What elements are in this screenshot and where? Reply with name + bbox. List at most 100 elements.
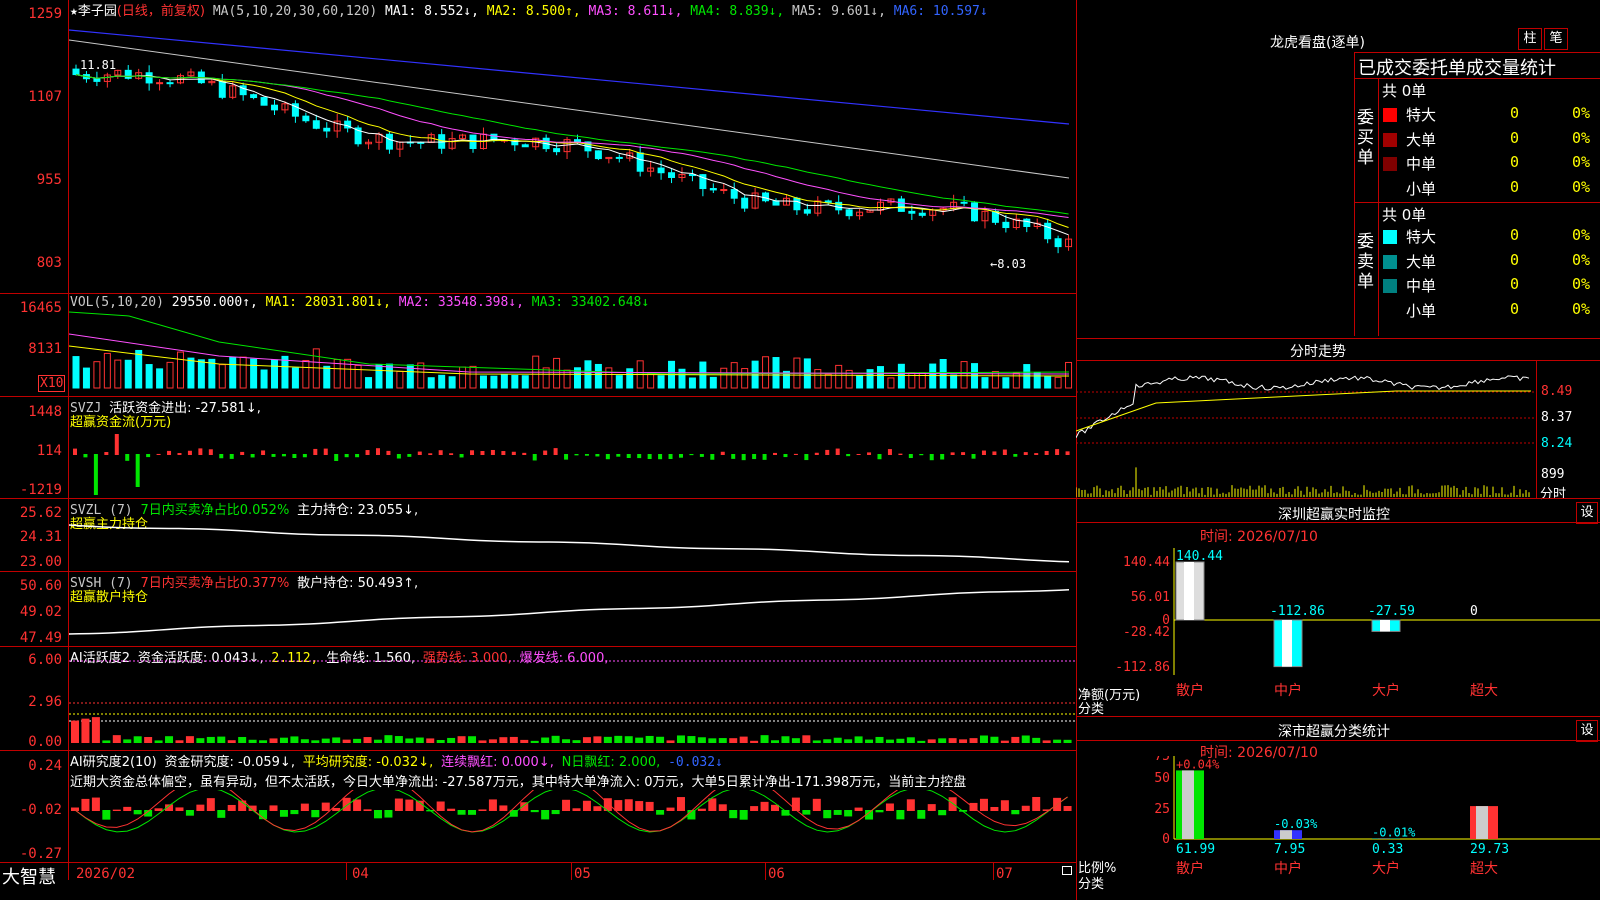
stat-title: 深市超赢分类统计: [1278, 724, 1390, 740]
activity-bar: [1000, 740, 1009, 743]
activity-bar: [185, 736, 194, 743]
fund-flow-bar: [313, 448, 318, 455]
activity-bar: [227, 740, 236, 743]
stat-settings-button[interactable]: 设: [1576, 720, 1598, 742]
research-bar: [854, 807, 863, 811]
activity-bar: [969, 738, 978, 743]
fund-flow-bar: [125, 454, 130, 461]
order-size-label: 特大: [1406, 106, 1437, 124]
date-label-4: 06: [768, 866, 785, 882]
fund-flow-bar: [219, 454, 224, 459]
fund-flow-bar: [584, 454, 589, 456]
retail-holding-chart[interactable]: [69, 572, 1076, 646]
monitor-category-label: 大户: [1372, 682, 1400, 699]
volume-bar: [396, 370, 404, 389]
fund-flow-bar: [710, 454, 715, 460]
volume-bar: [250, 358, 258, 389]
activity-bar: [290, 736, 299, 743]
research-bar: [217, 810, 226, 818]
fund-flow-bar: [344, 454, 349, 458]
candle: [803, 209, 811, 214]
fund-flow-bar: [73, 448, 77, 455]
monitor-axis-label: 140.44: [1123, 555, 1170, 570]
date-label-5: 07: [996, 866, 1013, 882]
research-bar: [196, 804, 205, 811]
volume-bar: [741, 368, 749, 389]
research-bar: [1021, 805, 1030, 811]
order-percent: 0%: [1572, 177, 1591, 196]
activity-bar: [990, 736, 999, 743]
volume-bar: [103, 352, 111, 389]
fund-flow-bar: [814, 452, 819, 455]
monitor-bar-chart[interactable]: 140.44 56.01 0 -28.42 -112.86 140.44 散户 -112.86…: [1076, 540, 1600, 715]
volume-bar: [626, 368, 634, 389]
fund-flow-bar: [1055, 449, 1060, 455]
activity-bar: [812, 740, 821, 743]
ai2-axis-2: -0.02: [19, 802, 62, 818]
fund-flow-bar: [752, 454, 757, 460]
stat-bar-chart[interactable]: 75 50 25 0 +0.04% 61.99 散户 -0.03% 7.95 中户 -0.01% 0.…: [1076, 756, 1600, 900]
activity-bar: [405, 738, 414, 743]
activity-bar: [1032, 737, 1041, 743]
tick-mode-button[interactable]: 笔: [1544, 28, 1568, 50]
fund-flow-bar: [355, 454, 360, 458]
fund-flow-bar: [1013, 454, 1018, 457]
order-count: 0: [1510, 299, 1520, 318]
svzl-axis-1: 25.62: [19, 505, 62, 521]
volume-bar: [176, 351, 184, 389]
activity-bar: [697, 737, 706, 743]
divider: [1354, 52, 1355, 336]
fund-flow-bar: [940, 454, 945, 460]
bar-mode-button[interactable]: 柱: [1518, 28, 1542, 50]
volume-bar: [124, 359, 132, 389]
volume-bar: [469, 365, 477, 389]
volume-bar: [354, 364, 362, 389]
research-bar: [979, 798, 988, 811]
sell-total: 共 0单: [1382, 206, 1427, 224]
fund-flow-bar: [1044, 450, 1049, 455]
intraday-chart[interactable]: [1076, 361, 1536, 498]
volume-chart[interactable]: [69, 294, 1076, 396]
fund-flow-bar: [961, 452, 966, 455]
main-holding-chart[interactable]: [69, 499, 1076, 571]
fund-flow-bar: [668, 454, 673, 459]
volume-bar: [1002, 377, 1010, 389]
stat-delta-label: +0.04%: [1176, 757, 1220, 771]
fund-flow-chart[interactable]: [69, 397, 1076, 498]
lock-icon[interactable]: [1062, 866, 1072, 875]
research-bar: [875, 810, 884, 813]
ai-research-chart[interactable]: [69, 790, 1076, 862]
candlestick-chart[interactable]: [69, 0, 1076, 293]
activity-bar: [729, 738, 738, 743]
fund-flow-bar: [114, 434, 119, 455]
activity-bar: [572, 740, 581, 743]
volume-bar: [145, 364, 153, 389]
volume-bar: [375, 363, 383, 389]
monitor-settings-button[interactable]: 设: [1576, 502, 1598, 524]
volume-bar: [647, 373, 655, 389]
volume-bar: [302, 359, 310, 389]
date-tick: [571, 862, 572, 880]
activity-bar: [1011, 736, 1020, 743]
fund-flow-bar: [720, 451, 725, 455]
stat-axis-label: 75: [1154, 756, 1170, 764]
ai-activity-chart[interactable]: [69, 647, 1076, 750]
research-bar: [206, 798, 215, 811]
activity-bar: [394, 736, 403, 743]
fund-flow-bar: [678, 454, 683, 458]
fund-flow-bar: [208, 449, 213, 455]
fund-flow-bar: [522, 452, 527, 455]
stat-delta-label: -0.01%: [1372, 826, 1416, 840]
candle: [720, 189, 728, 192]
research-bar: [81, 798, 90, 811]
stat-category-label: 超大: [1470, 861, 1498, 877]
research-bar: [791, 797, 800, 811]
candle: [312, 120, 320, 129]
intraday-axis-4: 899: [1541, 467, 1565, 482]
price-axis-1: 1259: [28, 6, 62, 22]
research-bar: [624, 799, 633, 811]
research-bar: [1063, 806, 1072, 811]
fund-flow-bar: [417, 451, 422, 455]
ai2-axis-1: 0.24: [28, 758, 62, 774]
activity-bar: [91, 717, 100, 743]
